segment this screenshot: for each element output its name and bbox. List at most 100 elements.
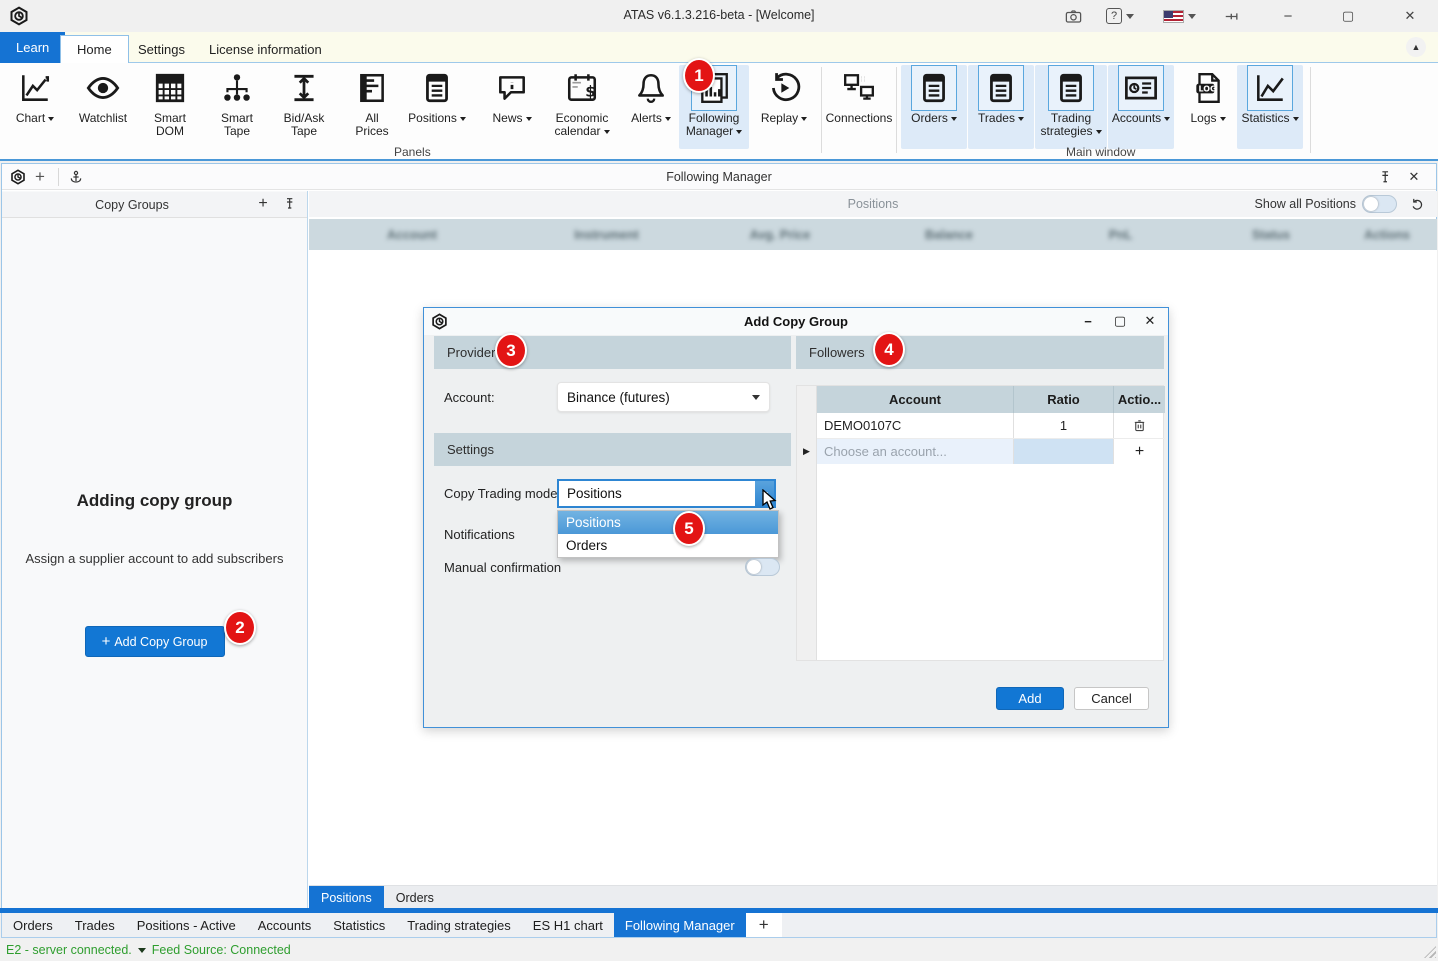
- copy-groups-pin-button[interactable]: [279, 195, 299, 213]
- ribbon-button-orders[interactable]: Orders: [901, 65, 967, 149]
- ribbon-button-replay[interactable]: Replay: [751, 65, 817, 149]
- ribbon-button-logs[interactable]: Logs: [1175, 65, 1241, 149]
- new-follower-ratio-cell[interactable]: [1014, 439, 1114, 464]
- panel-title: Following Manager: [2, 170, 1436, 184]
- ribbon-button-alerts[interactable]: Alerts: [618, 65, 684, 149]
- delete-follower-button[interactable]: [1114, 413, 1165, 438]
- dropdown-option-orders[interactable]: Orders: [558, 534, 778, 557]
- ribbon-button-trading-strategies[interactable]: Trading strategies: [1035, 65, 1107, 149]
- show-all-positions-toggle[interactable]: [1362, 195, 1397, 213]
- bottom-tab-statistics[interactable]: Statistics: [322, 913, 396, 937]
- add-copy-group-button[interactable]: +Add Copy Group: [85, 626, 225, 657]
- ribbon-button-news[interactable]: News: [479, 65, 545, 149]
- ribbon-button-accounts[interactable]: Accounts: [1108, 65, 1174, 149]
- copy-groups-add-button[interactable]: +: [253, 195, 273, 213]
- dialog-minimize-button[interactable]: −: [1078, 312, 1098, 330]
- column-balance: Balance: [862, 228, 1036, 242]
- follower-account: DEMO0107C: [817, 413, 1014, 438]
- tab-home[interactable]: Home: [60, 35, 129, 63]
- dialog-close-button[interactable]: ✕: [1140, 312, 1160, 330]
- add-follower-button[interactable]: +: [1114, 439, 1165, 464]
- panel-close-button[interactable]: ✕: [1404, 168, 1424, 186]
- annotation-badge-4: 4: [873, 332, 905, 367]
- bottom-tab-positions-active[interactable]: Positions - Active: [126, 913, 247, 937]
- dialog-titlebar: Add Copy Group − ▢ ✕: [424, 308, 1168, 335]
- calendar-dollar-icon: [559, 65, 605, 111]
- screenshot-button[interactable]: [1060, 5, 1086, 27]
- replay-icon: [761, 65, 807, 111]
- provider-account-combobox[interactable]: Binance (futures): [557, 382, 770, 412]
- ribbon-button-bidask-tape[interactable]: Bid/Ask Tape: [271, 65, 337, 149]
- annotation-badge-3: 3: [495, 333, 527, 368]
- tab-license-information[interactable]: License information: [193, 35, 338, 63]
- account-value: Binance (futures): [567, 390, 670, 405]
- notepad-icon: [978, 65, 1024, 111]
- ribbon-button-positions[interactable]: Positions: [404, 65, 470, 149]
- eye-icon: [80, 65, 126, 111]
- ribbon-separator: [821, 67, 822, 153]
- tab-settings[interactable]: Settings: [122, 35, 201, 63]
- minimize-button[interactable]: −: [1274, 5, 1302, 27]
- toggle-knob: [747, 560, 761, 574]
- ribbon-button-smart-dom[interactable]: Smart DOM: [137, 65, 203, 149]
- dialog-cancel-button[interactable]: Cancel: [1074, 687, 1149, 710]
- bottom-tab-trades[interactable]: Trades: [64, 913, 126, 937]
- news-bubble-icon: [489, 65, 535, 111]
- chevron-down-icon: [460, 117, 466, 121]
- bottom-tab-following-manager[interactable]: Following Manager: [614, 913, 746, 937]
- choose-account-placeholder[interactable]: Choose an account...: [817, 439, 1014, 464]
- chevron-down-icon: [1188, 14, 1196, 19]
- bottom-tab-bar: Orders Trades Positions - Active Account…: [1, 913, 1437, 938]
- dialog-add-button[interactable]: Add: [996, 687, 1064, 710]
- copy-trading-mode-combobox[interactable]: Positions: [557, 479, 776, 508]
- chevron-down-icon: [736, 130, 742, 134]
- server-status-text: E2 - server connected.: [6, 943, 132, 957]
- chevron-down-icon[interactable]: [138, 948, 146, 953]
- active-row-marker-icon: ▶: [803, 446, 810, 457]
- bottom-tab-orders[interactable]: Orders: [2, 913, 64, 937]
- chart-icon: [12, 65, 58, 111]
- language-button[interactable]: [1160, 5, 1198, 27]
- statistics-icon: [1247, 65, 1293, 111]
- ribbon-button-smart-tape[interactable]: Smart Tape: [204, 65, 270, 149]
- subtab-orders[interactable]: Orders: [384, 886, 446, 910]
- bottom-tab-trading-strategies[interactable]: Trading strategies: [396, 913, 522, 937]
- pin-window-button[interactable]: [1218, 5, 1242, 27]
- panel-pin-button[interactable]: [1374, 168, 1394, 186]
- chevron-down-icon: [1220, 117, 1226, 121]
- resize-grip[interactable]: [1424, 946, 1436, 958]
- bottom-tab-accounts[interactable]: Accounts: [247, 913, 322, 937]
- column-actions: Actio...: [1114, 386, 1165, 413]
- ribbon-button-trades[interactable]: Trades: [968, 65, 1034, 149]
- add-copy-group-dialog: Add Copy Group − ▢ ✕ Provider Followers …: [423, 307, 1169, 728]
- chevron-down-icon: [1293, 117, 1299, 121]
- ribbon-button-economic-calendar[interactable]: Economic calendar: [546, 65, 618, 149]
- panel-subtabs: Positions Orders: [309, 885, 1437, 909]
- ribbon-button-connections[interactable]: Connections: [824, 65, 894, 149]
- close-button[interactable]: ✕: [1396, 5, 1424, 27]
- ribbon-button-statistics[interactable]: Statistics: [1237, 65, 1303, 149]
- sidebar-empty-state: Adding copy group Assign a supplier acco…: [2, 491, 307, 657]
- show-all-positions-control: Show all Positions: [1255, 195, 1397, 213]
- new-follower-row[interactable]: Choose an account... +: [817, 439, 1165, 464]
- chevron-down-icon: [1096, 130, 1102, 134]
- dialog-maximize-button[interactable]: ▢: [1110, 312, 1130, 330]
- subtab-positions[interactable]: Positions: [309, 886, 384, 910]
- column-ratio: Ratio: [1014, 386, 1114, 413]
- refresh-button[interactable]: [1407, 195, 1427, 213]
- annotation-badge-5: 5: [673, 511, 705, 546]
- dom-grid-icon: [147, 65, 193, 111]
- manual-confirmation-toggle[interactable]: [745, 558, 780, 576]
- bottom-tab-es-h1-chart[interactable]: ES H1 chart: [522, 913, 614, 937]
- collapse-ribbon-button[interactable]: ▲: [1406, 37, 1426, 57]
- help-button[interactable]: ?: [1102, 5, 1138, 27]
- dropdown-option-positions[interactable]: Positions: [558, 511, 778, 534]
- app-root: { "titlebar": { "title": "ATAS v6.1.3.21…: [0, 0, 1438, 961]
- tab-learn[interactable]: Learn: [0, 32, 65, 63]
- ribbon-button-watchlist[interactable]: Watchlist: [70, 65, 136, 149]
- ribbon-button-chart[interactable]: Chart: [2, 65, 68, 149]
- new-tab-button[interactable]: +: [746, 913, 782, 937]
- follower-row[interactable]: DEMO0107C 1: [817, 413, 1165, 439]
- ribbon-button-all-prices[interactable]: All Prices: [339, 65, 405, 149]
- maximize-button[interactable]: ▢: [1334, 5, 1362, 27]
